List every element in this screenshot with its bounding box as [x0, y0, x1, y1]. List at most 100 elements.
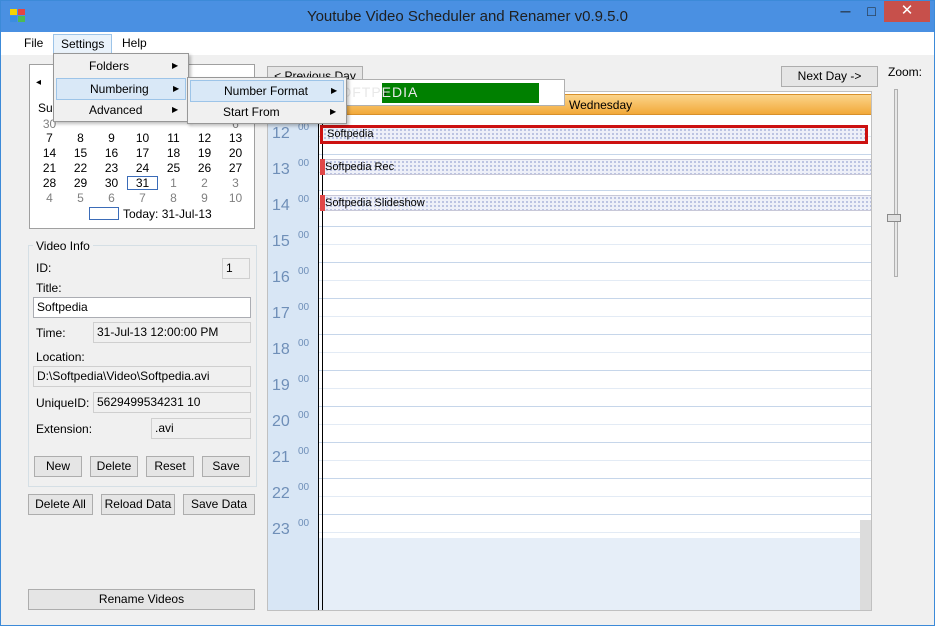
calendar-day[interactable]: 3 — [220, 176, 251, 190]
calendar-day[interactable]: 22 — [65, 161, 96, 175]
app-window: Youtube Video Scheduler and Renamer v0.9… — [0, 0, 935, 626]
minute-label: 00 — [298, 338, 310, 349]
calendar-day[interactable]: 31 — [127, 176, 158, 190]
appointment-marker — [320, 159, 325, 175]
maximize-button[interactable]: □ — [858, 1, 885, 22]
calendar-day[interactable]: 9 — [189, 191, 220, 205]
zoom-slider-track[interactable] — [894, 89, 898, 277]
minute-label: 00 — [298, 518, 310, 529]
menu-bar: File Settings Help — [1, 32, 934, 55]
calendar-prev-arrow-icon[interactable]: ◂ — [36, 77, 41, 88]
rename-videos-button[interactable]: Rename Videos — [28, 589, 255, 610]
calendar-today-label[interactable]: Today: 31-Jul-13 — [123, 207, 212, 221]
uniqueid-field[interactable]: 5629499534231 10 — [93, 392, 251, 413]
calendar-day[interactable]: 9 — [96, 131, 127, 145]
numbering-submenu: Number Format ▶ Start From ▶ — [187, 77, 347, 124]
appointment-item[interactable]: Softpedia Slideshow — [320, 195, 871, 211]
calendar-day[interactable]: 12 — [189, 131, 220, 145]
reset-button[interactable]: Reset — [146, 456, 194, 477]
minute-label: 00 — [298, 410, 310, 421]
extension-field[interactable]: .avi — [151, 418, 251, 439]
menu-settings[interactable]: Settings — [53, 34, 113, 55]
submenu-arrow-icon: ▶ — [330, 107, 337, 116]
calendar-day[interactable]: 27 — [220, 161, 251, 175]
calendar-day[interactable]: 26 — [189, 161, 220, 175]
half-hour-gridline — [318, 352, 871, 353]
calendar-day[interactable]: 29 — [65, 176, 96, 190]
calendar-day[interactable]: 18 — [158, 146, 189, 160]
schedule-scrollbar[interactable] — [860, 520, 871, 610]
menu-help[interactable]: Help — [115, 34, 154, 55]
calendar-day[interactable]: 8 — [65, 131, 96, 145]
calendar-day[interactable]: 2 — [189, 176, 220, 190]
calendar-day[interactable]: 25 — [158, 161, 189, 175]
hour-label: 21 — [272, 449, 290, 466]
save-data-button[interactable]: Save Data — [183, 494, 255, 515]
appointment-item[interactable]: Softpedia Rec — [320, 159, 871, 175]
menu-item-numbering[interactable]: Numbering ▶ — [56, 78, 186, 100]
time-label: Time: — [36, 326, 66, 340]
menu-item-number-format-label: Number Format — [224, 84, 309, 98]
after-hours-area — [318, 538, 871, 610]
menu-file[interactable]: File — [17, 34, 50, 55]
extension-label: Extension: — [36, 422, 93, 436]
calendar-day[interactable]: 14 — [34, 146, 65, 160]
half-hour-gridline — [318, 424, 871, 425]
calendar-day[interactable]: 11 — [158, 131, 189, 145]
hour-label: 13 — [272, 161, 290, 178]
calendar-day[interactable]: 19 — [189, 146, 220, 160]
title-label: Title: — [36, 281, 62, 295]
calendar-day[interactable]: 15 — [65, 146, 96, 160]
calendar-day[interactable]: 16 — [96, 146, 127, 160]
calendar-day[interactable]: 20 — [220, 146, 251, 160]
close-button[interactable]: ✕ — [884, 1, 930, 22]
menu-item-number-format[interactable]: Number Format ▶ — [190, 80, 344, 102]
calendar-day[interactable]: 30 — [96, 176, 127, 190]
hour-label: 23 — [272, 521, 290, 538]
half-hour-gridline — [318, 460, 871, 461]
submenu-arrow-icon: ▶ — [172, 61, 179, 70]
calendar-day[interactable]: 24 — [127, 161, 158, 175]
window-title: Youtube Video Scheduler and Renamer v0.9… — [306, 8, 629, 25]
minimize-button[interactable]: ─ — [832, 1, 859, 22]
calendar-day[interactable]: 21 — [34, 161, 65, 175]
appointment-item[interactable]: Softpedia — [320, 125, 868, 144]
calendar-day[interactable]: 13 — [220, 131, 251, 145]
new-button[interactable]: New — [34, 456, 82, 477]
minute-label: 00 — [298, 194, 310, 205]
submenu-arrow-icon: ▶ — [331, 86, 338, 95]
zoom-slider-thumb[interactable] — [887, 214, 901, 222]
calendar-day[interactable]: 4 — [34, 191, 65, 205]
next-day-button[interactable]: Next Day -> — [781, 66, 878, 87]
menu-item-folders[interactable]: Folders ▶ — [56, 56, 186, 78]
save-button[interactable]: Save — [202, 456, 250, 477]
day-schedule[interactable]: Wednesday 12 00 13 00 14 00 15 00 16 00 17 00 18 00 19… — [267, 91, 872, 611]
calendar-day[interactable]: 7 — [34, 131, 65, 145]
hour-label: 15 — [272, 233, 290, 250]
menu-item-start-from[interactable]: Start From ▶ — [190, 102, 344, 124]
calendar-day[interactable]: 23 — [96, 161, 127, 175]
calendar-day[interactable]: 6 — [96, 191, 127, 205]
calendar-day[interactable]: 7 — [127, 191, 158, 205]
calendar-day[interactable]: 28 — [34, 176, 65, 190]
calendar-day[interactable]: 5 — [65, 191, 96, 205]
settings-menu: Folders ▶ Numbering ▶ Advanced ▶ — [53, 53, 189, 122]
delete-button[interactable]: Delete — [90, 456, 138, 477]
calendar-day[interactable]: 10 — [127, 131, 158, 145]
calendar-day[interactable]: 10 — [220, 191, 251, 205]
id-field[interactable]: 1 — [222, 258, 250, 279]
calendar-day[interactable]: 1 — [158, 176, 189, 190]
delete-all-button[interactable]: Delete All — [28, 494, 93, 515]
reload-data-button[interactable]: Reload Data — [101, 494, 175, 515]
today-marker — [89, 207, 119, 220]
title-field[interactable]: Softpedia — [33, 297, 251, 318]
half-hour-gridline — [318, 316, 871, 317]
menu-item-advanced[interactable]: Advanced ▶ — [56, 100, 186, 122]
half-hour-gridline — [318, 496, 871, 497]
hour-label: 19 — [272, 377, 290, 394]
time-field[interactable]: 31-Jul-13 12:00:00 PM — [93, 322, 251, 343]
calendar-day[interactable]: 17 — [127, 146, 158, 160]
location-field[interactable]: D:\Softpedia\Video\Softpedia.avi — [33, 366, 251, 387]
minute-label: 00 — [298, 266, 310, 277]
calendar-day[interactable]: 8 — [158, 191, 189, 205]
